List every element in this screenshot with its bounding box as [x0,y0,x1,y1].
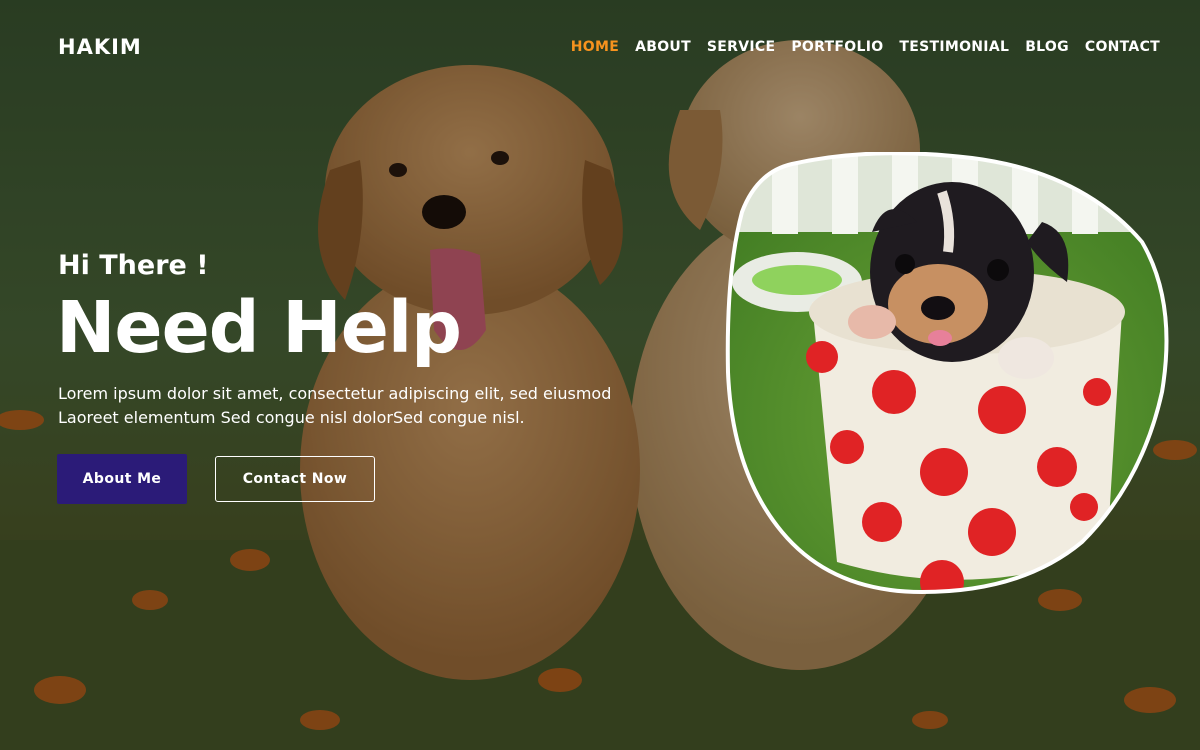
nav-item-about[interactable]: ABOUT [635,39,691,55]
hero-section: HAKIM HOME ABOUT SERVICE PORTFOLIO TESTI… [0,0,1200,750]
nav-item-blog[interactable]: BLOG [1025,39,1069,55]
contact-now-button[interactable]: Contact Now [215,456,375,502]
nav-item-testimonial[interactable]: TESTIMONIAL [899,39,1009,55]
main-nav: HOME ABOUT SERVICE PORTFOLIO TESTIMONIAL… [571,39,1160,55]
nav-item-portfolio[interactable]: PORTFOLIO [791,39,883,55]
hero-headline: Need Help [56,286,462,369]
navbar: HAKIM HOME ABOUT SERVICE PORTFOLIO TESTI… [0,0,1200,96]
hero-greeting: Hi There ! [58,250,209,281]
about-me-button[interactable]: About Me [57,454,187,504]
nav-item-service[interactable]: SERVICE [707,39,775,55]
hero-description-line: Laoreet elementum Sed congue nisl dolorS… [58,408,525,427]
puppy-in-cup-image [725,152,1169,595]
hero-description: Lorem ipsum dolor sit amet, consectetur … [58,382,678,430]
site-logo[interactable]: HAKIM [58,35,142,59]
nav-item-contact[interactable]: CONTACT [1085,39,1160,55]
hero-description-line: Lorem ipsum dolor sit amet, consectetur … [58,384,612,403]
nav-item-home[interactable]: HOME [571,39,619,55]
